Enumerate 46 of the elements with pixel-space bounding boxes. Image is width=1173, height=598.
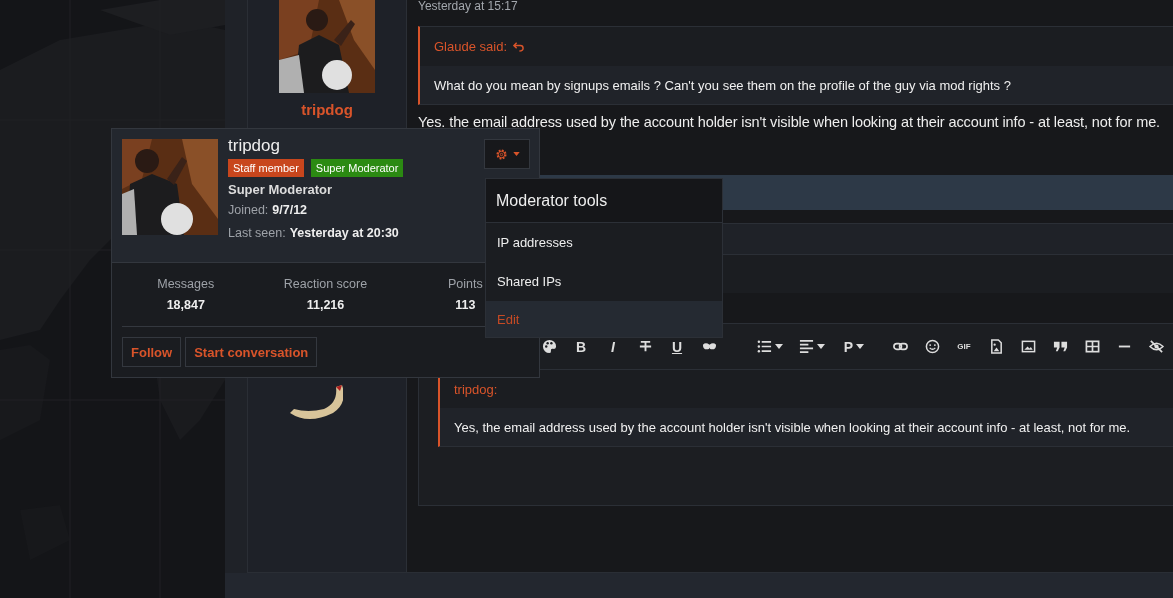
post-time[interactable]: Yesterday at 15:17: [418, 0, 1173, 26]
menu-item[interactable]: Shared IPs: [486, 262, 722, 301]
role-badge: Super Moderator: [310, 159, 404, 177]
post-text: Yes. the email address used by the account holder isn't visible when looking at their account info - at least, not for me.: [418, 114, 1162, 130]
format-button[interactable]: GIF: [948, 334, 980, 359]
member-title: Super Moderator: [228, 182, 332, 197]
reply-arrow-icon[interactable]: [513, 41, 524, 52]
last-seen-label: Last seen:: [228, 226, 286, 240]
stat-value: 113: [455, 298, 476, 312]
stat-value: 11,216: [306, 298, 345, 312]
caret-icon: [856, 344, 865, 349]
format-button[interactable]: I: [597, 334, 629, 359]
horn-drawing: [289, 385, 343, 421]
moderator-tools-button[interactable]: [484, 139, 530, 169]
role-badge: Staff member: [228, 159, 304, 177]
align-icon: [799, 339, 814, 354]
table-icon: [1084, 339, 1100, 354]
quote-author[interactable]: Glaude said:: [434, 39, 507, 54]
file-image-icon: [988, 339, 1004, 354]
quote-icon: [1052, 339, 1068, 354]
stat-label: Reaction score: [283, 277, 368, 291]
caret-icon: [512, 152, 520, 156]
format-button[interactable]: B: [565, 334, 597, 359]
joined-date: 9/7/12: [272, 203, 308, 217]
username[interactable]: tripdog: [301, 101, 353, 118]
format-button[interactable]: U: [661, 334, 693, 359]
list-icon: [757, 339, 772, 354]
menu-title: Moderator tools: [496, 191, 608, 210]
image-icon: [1020, 339, 1036, 354]
quote-text: Yes, the email address used by the account holder isn't visible when looking at their account info - at least, not for me.: [454, 419, 1131, 435]
strike-icon: [637, 339, 653, 354]
eye-slash-icon: [1148, 339, 1164, 354]
palette-icon: [541, 339, 557, 354]
format-button[interactable]: P: [833, 334, 875, 359]
quote-author[interactable]: tripdog:: [454, 381, 498, 397]
quote-text: What do you mean by signups emails ? Can't you see them on the profile of the guy via mod rights ?: [434, 77, 1011, 93]
joined-label: Joined:: [228, 203, 269, 217]
caret-icon: [775, 344, 783, 349]
smile-icon: [924, 339, 940, 354]
caret-icon: [817, 344, 825, 349]
last-seen-time: Yesterday at 20:30: [289, 226, 399, 240]
editor-field[interactable]: B I U P GIF tripdog: Yes, the email address used by the account holder isn't visible when looking at their account info - at least, not for me.: [418, 323, 1173, 506]
menu-item[interactable]: IP addresses: [486, 223, 722, 262]
stat-label: Points: [447, 277, 483, 291]
gear-icon: [494, 147, 508, 161]
member-name[interactable]: tripdog: [228, 136, 280, 156]
